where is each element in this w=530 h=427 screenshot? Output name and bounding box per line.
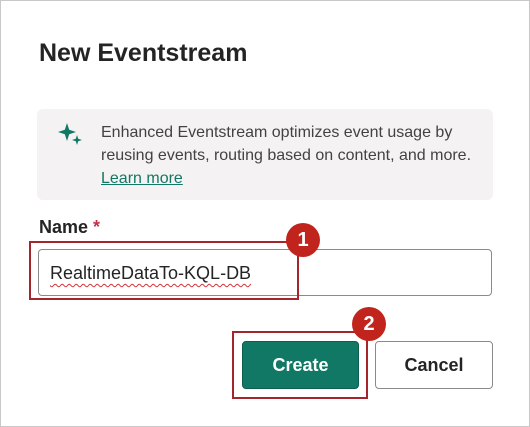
- sparkle-icon: [58, 123, 82, 145]
- info-text: Enhanced Eventstream optimizes event usa…: [101, 121, 481, 190]
- name-input-highlight: [29, 241, 299, 300]
- required-indicator: *: [93, 217, 101, 237]
- info-description: Enhanced Eventstream optimizes event usa…: [101, 124, 472, 164]
- create-button-highlight: [232, 331, 368, 399]
- name-field-label: Name *: [39, 217, 100, 238]
- name-label-text: Name: [39, 217, 89, 237]
- dialog-title: New Eventstream: [39, 39, 248, 67]
- step-1-callout: 1: [286, 223, 320, 257]
- learn-more-link[interactable]: Learn more: [101, 170, 183, 187]
- cancel-button[interactable]: Cancel: [375, 341, 493, 389]
- new-eventstream-dialog: New Eventstream Enhanced Eventstream opt…: [0, 0, 530, 427]
- step-2-callout: 2: [352, 307, 386, 341]
- info-banner: Enhanced Eventstream optimizes event usa…: [37, 109, 493, 200]
